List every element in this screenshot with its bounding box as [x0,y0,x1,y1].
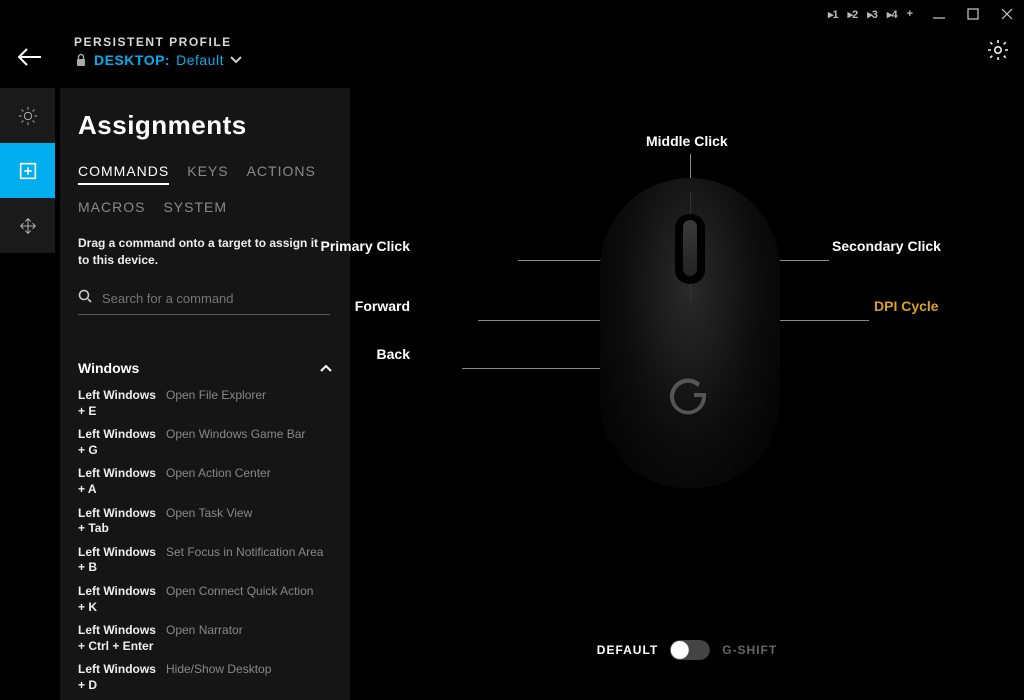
rail-lighting[interactable] [0,88,55,143]
profile-selector[interactable]: DESKTOP: Default [74,51,242,69]
profile-slot-2[interactable]: ▸2 [848,8,858,21]
minimize-icon[interactable] [932,7,946,21]
category-header[interactable]: Windows [78,360,332,376]
label-forward[interactable]: Forward [355,298,410,314]
command-row[interactable]: Left Windows + TabOpen Task View [78,506,332,537]
command-key: Left Windows + Ctrl + Enter [78,623,160,654]
command-desc: Open Task View [166,506,332,537]
command-key: Left Windows + K [78,584,160,615]
search-icon [78,289,92,308]
label-secondary-click[interactable]: Secondary Click [832,238,941,254]
command-desc: Set Focus in Notification Area [166,545,332,576]
panel-title: Assignments [78,110,330,141]
panel-hint: Drag a command onto a target to assign i… [78,235,330,269]
chevron-down-icon [230,51,242,69]
command-row[interactable]: Left Windows + KOpen Connect Quick Actio… [78,584,332,615]
command-row[interactable]: Left Windows + DHide/Show Desktop [78,662,332,693]
command-key: Left Windows + G [78,427,160,458]
leader-forward [478,320,620,321]
lock-icon [74,53,88,67]
command-desc: Open File Explorer [166,388,332,419]
label-middle-click[interactable]: Middle Click [646,133,728,149]
tab-actions[interactable]: ACTIONS [247,163,316,185]
toggle-label-gshift: G-SHIFT [722,643,777,657]
toggle-label-default: DEFAULT [597,643,658,657]
command-key: Left Windows + E [78,388,160,419]
profile-slot-1[interactable]: ▸1 [828,8,838,21]
profile-slot-3[interactable]: ▸3 [867,8,877,21]
search-input[interactable] [102,291,330,306]
maximize-icon[interactable] [966,7,980,21]
close-icon[interactable] [1000,7,1014,21]
tab-keys[interactable]: KEYS [187,163,228,185]
command-key: Left Windows + A [78,466,160,497]
command-desc: Hide/Show Desktop [166,662,332,693]
logo-icon [668,373,712,417]
command-key: Left Windows + B [78,545,160,576]
tab-macros[interactable]: MACROS [78,199,145,219]
command-desc: Open Action Center [166,466,332,497]
command-row[interactable]: Left Windows + GOpen Windows Game Bar [78,427,332,458]
command-row[interactable]: Left Windows + BSet Focus in Notificatio… [78,545,332,576]
label-dpi-cycle[interactable]: DPI Cycle [874,298,939,314]
label-primary-click[interactable]: Primary Click [321,238,411,254]
back-button[interactable] [14,41,46,73]
label-back[interactable]: Back [377,346,410,362]
mouse-illustration [600,178,780,488]
profile-name-value: Default [176,52,224,68]
command-key: Left Windows + D [78,662,160,693]
profile-name-prefix: DESKTOP: [94,52,170,68]
command-desc: Open Connect Quick Action [166,584,332,615]
rail-sensitivity[interactable] [0,198,55,253]
command-key: Left Windows + Tab [78,506,160,537]
category-name: Windows [78,360,139,376]
command-desc: Open Windows Game Bar [166,427,332,458]
settings-button[interactable] [986,38,1010,62]
command-row[interactable]: Left Windows + AOpen Action Center [78,466,332,497]
leader-back [462,368,612,369]
profile-label: PERSISTENT PROFILE [74,35,242,49]
command-desc: Open Narrator [166,623,332,654]
profile-slot-4[interactable]: ▸4 [887,8,897,21]
command-row[interactable]: Left Windows + Ctrl + EnterOpen Narrator [78,623,332,654]
command-row[interactable]: Left Windows + EOpen File Explorer [78,388,332,419]
profile-slot-add[interactable]: + [907,8,912,20]
chevron-up-icon [320,360,332,376]
rail-assignments[interactable] [0,143,55,198]
tab-system[interactable]: SYSTEM [163,199,227,219]
gshift-toggle[interactable] [670,640,710,660]
tab-commands[interactable]: COMMANDS [78,163,169,185]
